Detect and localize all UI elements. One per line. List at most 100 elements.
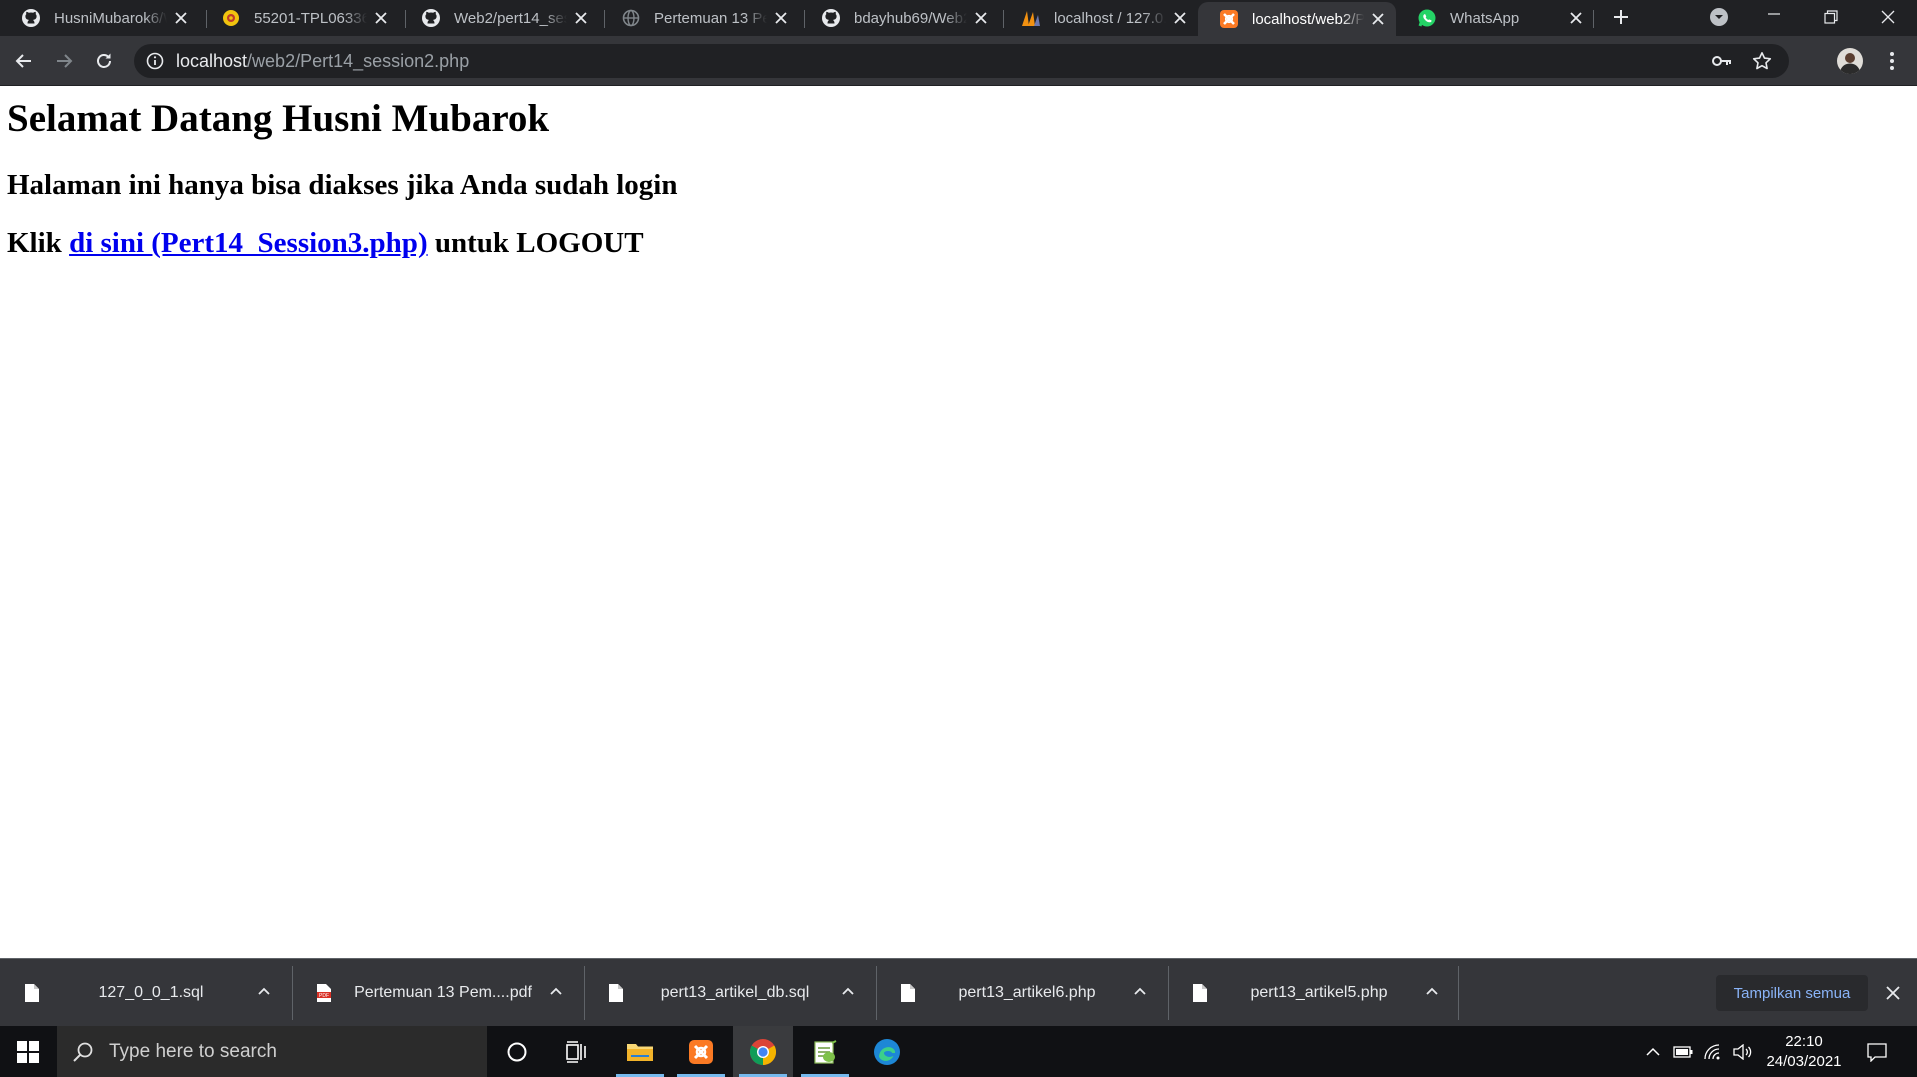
chrome-taskbar-button[interactable] [733, 1026, 793, 1077]
chrome-icon [749, 1038, 777, 1065]
reload-button[interactable] [88, 45, 120, 77]
battery-button[interactable] [1670, 1026, 1696, 1077]
logout-suffix: untuk LOGOUT [427, 227, 644, 259]
url-host: localhost [176, 50, 248, 71]
xampp-icon [689, 1039, 713, 1064]
arrow-left-icon [15, 54, 31, 68]
tab-elearning[interactable]: 55201-TPL06336-Web2 [200, 0, 399, 36]
tab-close-icon[interactable] [171, 8, 191, 28]
xampp-taskbar-button[interactable] [671, 1026, 731, 1077]
chevron-down-circle-icon [1710, 8, 1728, 26]
tab-close-icon[interactable] [1566, 8, 1586, 28]
window-close-button[interactable] [1866, 0, 1910, 34]
tab-web2-pert14[interactable]: Web2/pert14_session [400, 0, 599, 36]
download-item[interactable]: PDF Pertemuan 13 Pem....pdf [292, 959, 584, 1026]
reload-icon [97, 53, 111, 68]
file-explorer-button[interactable] [610, 1026, 670, 1077]
tab-title: localhost / 127.0.0.1 [1054, 9, 1166, 27]
cortana-icon [507, 1042, 527, 1061]
whatsapp-icon [1416, 7, 1438, 29]
download-filename: pert13_artikel_db.sql [660, 983, 810, 1001]
new-tab-button[interactable] [1606, 0, 1636, 34]
tab-close-icon[interactable] [1170, 8, 1190, 28]
edge-taskbar-button[interactable] [857, 1026, 917, 1077]
notepad-plus-icon [814, 1039, 837, 1064]
logout-link[interactable]: di sini (Pert14_Session3.php) [69, 227, 428, 259]
action-center-button[interactable] [1862, 1026, 1892, 1077]
chevron-up-icon[interactable] [256, 983, 272, 999]
profile-button[interactable] [1834, 45, 1866, 77]
bookmark-star-button[interactable] [1747, 44, 1777, 78]
web-page: Selamat Datang Husni Mubarok Halaman ini… [0, 86, 1917, 957]
tab-title: localhost/web2/Pert14 [1252, 10, 1364, 28]
chevron-up-icon[interactable] [1132, 983, 1148, 999]
task-view-icon [566, 1040, 586, 1063]
forward-button[interactable] [48, 45, 80, 77]
tab-pertemuan13[interactable]: Pertemuan 13 Pemrograman [600, 0, 799, 36]
show-all-downloads-button[interactable]: Tampilkan semua [1716, 975, 1868, 1011]
speaker-icon [1733, 1043, 1752, 1060]
tab-bdayhub69[interactable]: bdayhub69/Web2 [800, 0, 999, 36]
tab-separator [1593, 10, 1594, 28]
tab-close-icon[interactable] [1368, 9, 1388, 29]
edge-icon [874, 1038, 900, 1065]
tab-close-icon[interactable] [971, 8, 991, 28]
password-key-button[interactable] [1707, 44, 1737, 78]
tab-husnimubarok6[interactable]: HusniMubarok6/Web2 [0, 0, 199, 36]
elearning-icon [220, 7, 242, 29]
restore-button[interactable] [1809, 0, 1853, 34]
tab-localhost-web2[interactable]: localhost/web2/Pert14 [1198, 2, 1396, 36]
tray-overflow-button[interactable] [1640, 1026, 1666, 1077]
welcome-heading: Selamat Datang Husni Mubarok [7, 97, 550, 140]
download-item[interactable]: 127_0_0_1.sql [0, 959, 292, 1026]
cortana-button[interactable] [487, 1026, 547, 1077]
browser-toolbar: localhost/web2/Pert14_session2.php [0, 36, 1917, 86]
close-icon [1886, 986, 1900, 1000]
arrow-right-icon [57, 54, 73, 68]
tab-title: Web2/pert14_session [454, 9, 567, 27]
tab-whatsapp[interactable]: WhatsApp [1396, 0, 1594, 36]
tab-close-icon[interactable] [771, 8, 791, 28]
download-filename: pert13_artikel6.php [958, 983, 1096, 1001]
search-icon [73, 1042, 93, 1062]
download-filename: pert13_artikel5.php [1250, 983, 1388, 1001]
taskbar-clock[interactable]: 22:10 24/03/2021 [1756, 1032, 1852, 1072]
address-bar[interactable]: localhost/web2/Pert14_session2.php [134, 44, 1789, 78]
download-item[interactable]: pert13_artikel_db.sql [584, 959, 876, 1026]
tab-phpmyadmin[interactable]: localhost / 127.0.0.1 [1000, 0, 1198, 36]
download-item[interactable]: pert13_artikel5.php [1168, 959, 1460, 1026]
close-icon [1881, 10, 1895, 24]
globe-icon [620, 7, 642, 29]
clock-date: 24/03/2021 [1766, 1053, 1842, 1070]
task-view-button[interactable] [547, 1026, 607, 1077]
chevron-up-icon[interactable] [1424, 983, 1440, 999]
browser-menu-button[interactable] [1876, 45, 1908, 77]
minimize-button[interactable] [1752, 0, 1796, 34]
minimize-icon [1768, 13, 1780, 15]
tab-close-icon[interactable] [371, 8, 391, 28]
chevron-up-icon[interactable] [548, 983, 564, 999]
tab-search-button[interactable] [1703, 0, 1735, 34]
taskbar-search-box[interactable]: Type here to search [57, 1026, 487, 1077]
download-filename: Pertemuan 13 Pem....pdf [354, 983, 532, 1001]
chevron-up-icon [1646, 1047, 1660, 1056]
start-button[interactable] [0, 1026, 56, 1077]
wifi-button[interactable] [1700, 1026, 1726, 1077]
notepad-plus-button[interactable] [795, 1026, 855, 1077]
login-notice: Halaman ini hanya bisa diakses jika Anda… [7, 169, 678, 201]
downloads-shelf: 127_0_0_1.sql PDF Pertemuan 13 Pem....pd… [0, 958, 1917, 1026]
url-path: /web2/Pert14_session2.php [247, 50, 470, 71]
windows-logo-icon [17, 1040, 39, 1063]
tab-close-icon[interactable] [571, 8, 591, 28]
volume-button[interactable] [1730, 1026, 1756, 1077]
back-button[interactable] [8, 45, 40, 77]
github-icon [20, 7, 42, 29]
tab-title: bdayhub69/Web2 [854, 9, 967, 27]
chevron-up-icon[interactable] [840, 983, 856, 999]
github-icon [820, 7, 842, 29]
info-icon[interactable] [146, 52, 164, 70]
download-item[interactable]: pert13_artikel6.php [876, 959, 1168, 1026]
tab-title: Pertemuan 13 Pemrograman [654, 9, 767, 27]
search-placeholder: Type here to search [109, 1040, 277, 1062]
close-shelf-button[interactable] [1882, 982, 1904, 1004]
